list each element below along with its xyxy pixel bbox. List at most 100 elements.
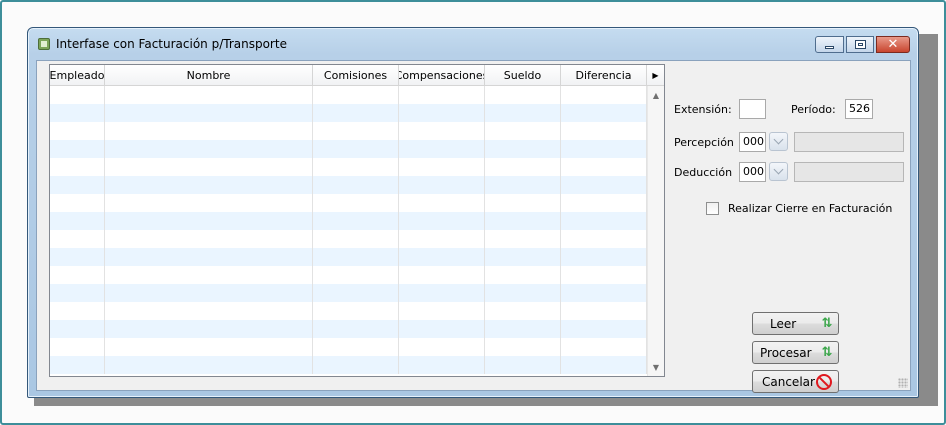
table-cell[interactable] (313, 140, 399, 158)
table-cell[interactable] (399, 104, 485, 122)
column-header-sueldo[interactable]: Sueldo (485, 65, 561, 85)
table-cell[interactable] (50, 248, 105, 266)
table-row[interactable] (50, 302, 647, 320)
column-header-nombre[interactable]: Nombre (105, 65, 313, 85)
scroll-up-icon[interactable]: ▲ (648, 88, 664, 104)
realizar-cierre-checkbox[interactable] (706, 202, 719, 215)
table-cell[interactable] (50, 140, 105, 158)
table-cell[interactable] (105, 140, 313, 158)
table-cell[interactable] (561, 104, 647, 122)
table-cell[interactable] (313, 320, 399, 338)
title-bar[interactable]: Interfase con Facturación p/Transporte ✕ (28, 28, 918, 60)
scroll-columns-right-icon[interactable]: ▶ (647, 65, 664, 85)
maximize-button[interactable] (846, 36, 874, 53)
periodo-field[interactable]: 526 (845, 99, 873, 119)
table-cell[interactable] (561, 86, 647, 104)
extension-field[interactable] (739, 99, 766, 119)
table-cell[interactable] (399, 230, 485, 248)
table-cell[interactable] (105, 302, 313, 320)
minimize-button[interactable] (815, 36, 844, 53)
table-row[interactable] (50, 212, 647, 230)
table-cell[interactable] (399, 140, 485, 158)
table-cell[interactable] (485, 320, 561, 338)
table-cell[interactable] (50, 158, 105, 176)
table-cell[interactable] (485, 176, 561, 194)
table-cell[interactable] (485, 356, 561, 374)
table-cell[interactable] (399, 302, 485, 320)
table-cell[interactable] (561, 212, 647, 230)
table-row[interactable] (50, 86, 647, 104)
table-row[interactable] (50, 122, 647, 140)
table-cell[interactable] (485, 158, 561, 176)
table-cell[interactable] (105, 194, 313, 212)
table-cell[interactable] (561, 158, 647, 176)
table-cell[interactable] (485, 140, 561, 158)
table-cell[interactable] (561, 194, 647, 212)
column-header-comisiones[interactable]: Comisiones (313, 65, 399, 85)
table-cell[interactable] (399, 266, 485, 284)
table-cell[interactable] (313, 302, 399, 320)
table-cell[interactable] (485, 284, 561, 302)
table-cell[interactable] (313, 284, 399, 302)
table-cell[interactable] (50, 266, 105, 284)
table-cell[interactable] (485, 230, 561, 248)
leer-button[interactable]: Leer ⇅ (752, 312, 839, 335)
table-cell[interactable] (313, 266, 399, 284)
table-cell[interactable] (485, 338, 561, 356)
table-cell[interactable] (561, 356, 647, 374)
table-cell[interactable] (561, 302, 647, 320)
deduccion-code-field[interactable]: 000 (739, 162, 766, 182)
table-row[interactable] (50, 266, 647, 284)
table-cell[interactable] (50, 356, 105, 374)
table-cell[interactable] (50, 302, 105, 320)
table-cell[interactable] (105, 356, 313, 374)
table-cell[interactable] (313, 194, 399, 212)
realizar-cierre-label[interactable]: Realizar Cierre en Facturación (728, 202, 892, 215)
table-row[interactable] (50, 104, 647, 122)
table-cell[interactable] (105, 266, 313, 284)
table-row[interactable] (50, 230, 647, 248)
table-cell[interactable] (561, 122, 647, 140)
table-cell[interactable] (561, 338, 647, 356)
table-cell[interactable] (50, 176, 105, 194)
table-cell[interactable] (105, 230, 313, 248)
table-cell[interactable] (105, 158, 313, 176)
percepcion-code-field[interactable]: 000 (739, 132, 766, 152)
table-cell[interactable] (399, 194, 485, 212)
table-cell[interactable] (399, 320, 485, 338)
percepcion-dropdown-button[interactable] (769, 132, 788, 151)
table-row[interactable] (50, 320, 647, 338)
table-cell[interactable] (485, 86, 561, 104)
table-cell[interactable] (105, 122, 313, 140)
table-cell[interactable] (561, 140, 647, 158)
table-cell[interactable] (399, 248, 485, 266)
table-cell[interactable] (50, 320, 105, 338)
data-grid[interactable]: Empleado Nombre Comisiones Compensacione… (49, 64, 665, 377)
table-row[interactable] (50, 140, 647, 158)
table-cell[interactable] (105, 248, 313, 266)
table-cell[interactable] (561, 284, 647, 302)
table-row[interactable] (50, 158, 647, 176)
table-cell[interactable] (485, 212, 561, 230)
table-cell[interactable] (50, 212, 105, 230)
table-cell[interactable] (50, 194, 105, 212)
column-header-compensaciones[interactable]: Compensaciones (399, 65, 485, 85)
column-header-diferencia[interactable]: Diferencia (561, 65, 647, 85)
table-cell[interactable] (105, 284, 313, 302)
table-cell[interactable] (485, 194, 561, 212)
table-cell[interactable] (399, 284, 485, 302)
table-cell[interactable] (50, 104, 105, 122)
table-cell[interactable] (105, 212, 313, 230)
table-cell[interactable] (313, 230, 399, 248)
table-cell[interactable] (50, 230, 105, 248)
table-cell[interactable] (313, 248, 399, 266)
vertical-scrollbar[interactable]: ▲ ▼ (647, 86, 664, 376)
table-cell[interactable] (399, 176, 485, 194)
table-cell[interactable] (313, 122, 399, 140)
table-row[interactable] (50, 194, 647, 212)
table-cell[interactable] (105, 104, 313, 122)
table-cell[interactable] (50, 284, 105, 302)
table-cell[interactable] (313, 158, 399, 176)
table-cell[interactable] (313, 212, 399, 230)
table-cell[interactable] (399, 212, 485, 230)
